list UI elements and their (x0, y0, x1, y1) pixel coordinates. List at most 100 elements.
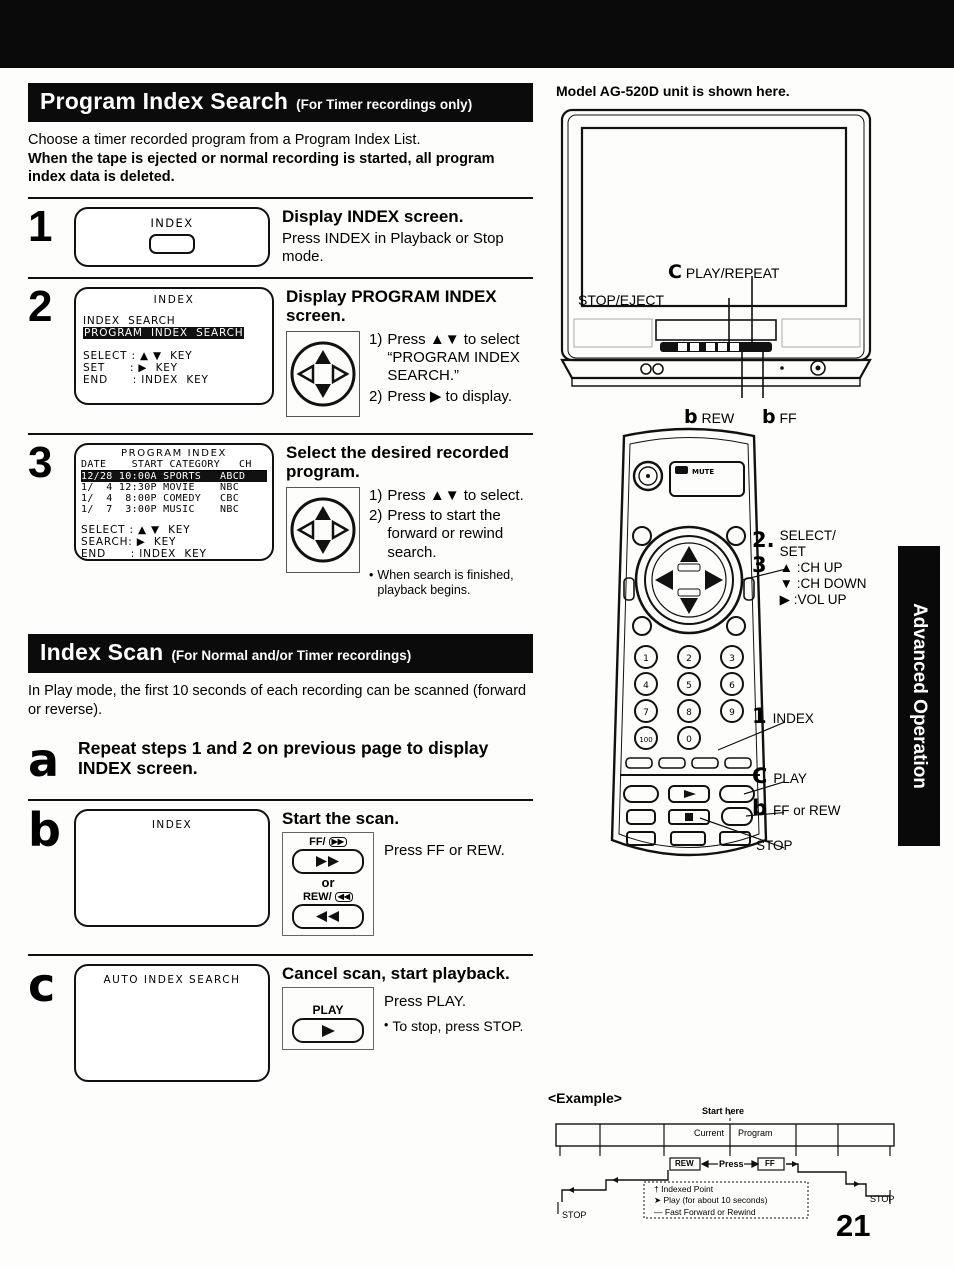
step-c-bullet: • To stop, press STOP. (384, 1018, 523, 1035)
page-number: 21 (836, 1208, 871, 1243)
side-tab-advanced-operation: Advanced Operation (898, 546, 940, 846)
legend-text-ffrew: Fast Forward or Rewind (664, 1206, 756, 1217)
rew-key-caption-text: REW/ (302, 891, 332, 904)
manual-page: Program Index Search (For Timer recordin… (0, 68, 954, 1268)
step-1-sub: Press INDEX in Playback or Stop mode. (282, 229, 504, 265)
section2-title: Index Scan (40, 638, 164, 665)
osd-auto-index-search: AUTO INDEX SEARCH (74, 964, 270, 1083)
osd-auto-index-label: AUTO INDEX SEARCH (103, 974, 241, 987)
step-a-title: Repeat steps 1 and 2 on previous page to… (78, 738, 489, 778)
osd-key-end-3: END : INDEX KEY (81, 547, 207, 560)
example-stop-right: STOP (870, 1194, 895, 1204)
ff-mini-icon: ▶▶ (328, 837, 347, 848)
osd-index-label: INDEX (150, 215, 194, 230)
legend-item: — Fast Forward or Rewind (654, 1207, 767, 1218)
step-c-number: c (28, 958, 55, 1013)
svg-text:2: 2 (686, 654, 692, 664)
section1-title: Program Index Search (40, 88, 289, 114)
svg-text:9: 9 (729, 708, 735, 718)
svg-text:5: 5 (686, 681, 692, 691)
label-play-repeat-step: C (668, 261, 682, 283)
table-row[interactable]: 1/ 4 8:00P COMEDY CBC (81, 493, 267, 504)
osd-program-index-title: PROGRAM INDEX (121, 447, 227, 459)
step-c-screen: AUTO INDEX SEARCH (74, 964, 270, 1083)
legend-mark-ffrew: — (654, 1206, 663, 1217)
osd-program-key-hints: SELECT : ▲ ▼ KEY SEARCH: ▶ KEY END : IND… (81, 524, 267, 560)
row-2-text: 1/ 4 8:00P COMEDY CBC (81, 493, 240, 505)
play-button[interactable] (292, 1018, 364, 1044)
osd-menu-title: INDEX (153, 293, 195, 306)
fast-forward-icon (316, 856, 339, 868)
unit-diagram: C PLAY/REPEAT STOP/EJECT b REW b FF (556, 106, 906, 428)
svg-text:7: 7 (643, 708, 649, 718)
section1-intro-line1: Choose a timer recorded program from a P… (28, 132, 421, 148)
osd-menu-item-index-search[interactable]: INDEX SEARCH (83, 315, 265, 327)
osd-key-set: SET : ▶ KEY (83, 362, 178, 375)
section-header-index-scan: Index Scan (For Normal and/or Timer reco… (28, 633, 533, 673)
rew-mini-icon: ◀◀ (334, 892, 354, 903)
step-b-sub: Press FF or REW. (384, 842, 505, 860)
step-2-title: Display PROGRAM INDEX screen. (286, 286, 497, 325)
remote-control-diagram: MUTE 1 2 3 4 5 6 7 8 9 100 0 2. 3 SELECT… (556, 420, 906, 930)
step-c-bullet-text: To stop, press STOP. (392, 1017, 524, 1034)
step-2-instruction-2: 2) Press ▶ to display. (369, 388, 533, 406)
callout-ff-rew-step: b (752, 796, 768, 820)
example-start-here: Start here (702, 1106, 745, 1116)
dpad-icon (290, 497, 356, 563)
callout-ff-rew: b FF or REW (752, 796, 841, 821)
step-3-instruction-2-text: Press to start the forward or rewind sea… (387, 507, 504, 561)
example-diagram: <Example> Start here Current Program REW… (548, 1090, 910, 1222)
callout-stop: STOP (756, 838, 793, 853)
svg-text:MUTE: MUTE (692, 468, 714, 476)
osd-index-blank-label: INDEX (151, 819, 193, 832)
callout-set-label: SET (779, 543, 806, 559)
legend-mark-indexed: † (654, 1184, 659, 1194)
step-c-right-text: Press PLAY. • To stop, press STOP. (384, 987, 523, 1050)
play-key-caption: PLAY (312, 1003, 344, 1018)
osd-key-search-3: SEARCH: ▶ KEY (81, 535, 177, 548)
left-column: Program Index Search (For Timer recordin… (28, 83, 533, 1092)
legend-mark-play: ➤ (654, 1195, 662, 1206)
row-1-text: 1/ 4 12:30P MOVIE NBC (81, 482, 240, 494)
table-row[interactable]: 12/28 10:00A SPORTS ABCD (81, 470, 267, 483)
table-row[interactable]: 1/ 7 3:00P MUSIC NBC (81, 504, 267, 515)
step-b: b INDEX Start the scan. FF/ ▶▶ or REW/ ◀… (28, 799, 533, 946)
table-header: DATE START CATEGORY CH (81, 459, 267, 471)
ff-button[interactable] (292, 849, 364, 875)
step-3-bullet: • When search is finished, playback begi… (369, 568, 533, 598)
rewind-icon (316, 911, 339, 923)
callout-index-label: INDEX (772, 711, 814, 726)
step-c-title: Cancel scan, start playback. (282, 964, 510, 984)
callout-play: C PLAY (752, 764, 807, 789)
section1-intro: Choose a timer recorded program from a P… (28, 131, 533, 187)
osd-key-end: END : INDEX KEY (83, 374, 209, 387)
step-2-instruction-1-num: 1) (369, 330, 383, 348)
svg-text:0: 0 (686, 735, 692, 745)
rew-button[interactable] (292, 904, 364, 930)
step-2-instruction-2-text: Press ▶ to display. (387, 387, 512, 405)
tv-vcr-illustration (560, 108, 872, 398)
step-1-title: Display INDEX screen. (282, 206, 464, 226)
section2-subtitle: (For Normal and/or Timer recordings) (171, 647, 412, 663)
callout-step-3: 3 (752, 552, 767, 577)
callout-index-step: 1 (752, 704, 767, 728)
step-1-screen: INDEX (74, 206, 270, 267)
legend-text-play: Play (for about 10 seconds) (663, 1195, 768, 1206)
step-3-number: 3 (28, 437, 52, 487)
side-tab-label: Advanced Operation (909, 603, 930, 789)
example-ff-label: FF (765, 1159, 775, 1168)
callout-step-numbers: 2. 3 (752, 528, 775, 578)
table-row[interactable]: 1/ 4 12:30P MOVIE NBC (81, 482, 267, 493)
step-3-bullet-text: When search is finished, playback begins… (377, 567, 514, 597)
callout-ch-down: ▼ :CH DOWN (779, 575, 867, 591)
legend-item: ➤ Play (for about 10 seconds) (654, 1195, 767, 1206)
label-play-repeat-text: PLAY/REPEAT (685, 265, 780, 281)
step-3-text: Select the desired recorded program. 1) … (274, 443, 533, 598)
osd-menu-item-program-index-search[interactable]: PROGRAM INDEX SEARCH (83, 326, 245, 339)
step-b-screen: INDEX (74, 809, 270, 936)
osd-program-index-list: PROGRAM INDEX DATE START CATEGORY CH 12/… (74, 442, 274, 561)
step-2-instruction-1-text: Press ▲▼ to select “PROGRAM INDEX SEARCH… (387, 330, 520, 385)
label-stop-eject: STOP/EJECT (578, 292, 665, 308)
step-3-instructions: 1) Press ▲▼ to select. 2) Press to start… (369, 487, 533, 598)
osd-index-menu: INDEX INDEX SEARCH PROGRAM INDEX SEARCH … (74, 286, 274, 405)
